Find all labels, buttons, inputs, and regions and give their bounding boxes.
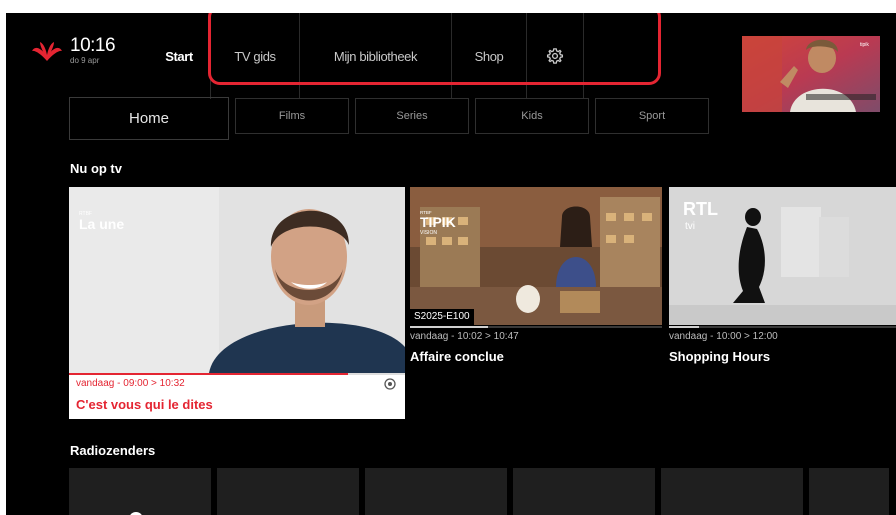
channel-logo: RTL: [683, 199, 718, 219]
replay-icon: [384, 378, 396, 390]
settings-button[interactable]: [527, 13, 583, 99]
radio-station-tile[interactable]: [217, 468, 359, 515]
radio-station-tile[interactable]: [661, 468, 803, 515]
live-preview-thumbnail[interactable]: tipik: [742, 36, 880, 112]
nav-shop[interactable]: Shop: [452, 13, 526, 99]
live-preview-image: tipik: [742, 36, 880, 112]
channel-sub: tvi: [685, 221, 695, 232]
section-title-nu-op-tv: Nu op tv: [70, 161, 122, 176]
tv-home-screen: 10:16 do 9 apr Start TV gids Mijn biblio…: [6, 13, 896, 515]
channel-sub: VISION: [420, 230, 437, 236]
clock-date: do 9 apr: [70, 56, 100, 65]
program-card-la-une[interactable]: RTBF La une vandaag - 09:00 > 10:32 C'es…: [69, 187, 405, 419]
radio-station-tile[interactable]: [513, 468, 655, 515]
gear-icon: [546, 48, 564, 64]
program-time: vandaag - 10:00 > 12:00: [669, 331, 778, 342]
section-title-radiozenders: Radiozenders: [70, 443, 156, 458]
nav-mijn-bibliotheek[interactable]: Mijn bibliotheek: [300, 13, 451, 99]
proximus-logo-icon: [32, 42, 62, 61]
radio-station-tile[interactable]: [69, 468, 211, 515]
tab-films[interactable]: Films: [235, 98, 349, 134]
tab-sport[interactable]: Sport: [595, 98, 709, 134]
nav-empty-slot: [584, 13, 654, 99]
progress-fill: [410, 326, 488, 328]
program-card-rtl-tvi[interactable]: RTL tvi: [669, 187, 896, 327]
program-title[interactable]: Shopping Hours: [669, 349, 770, 364]
radio-station-tile[interactable]: [809, 468, 889, 515]
episode-label: S2025-E100: [410, 309, 474, 325]
nav-tv-gids[interactable]: TV gids: [211, 13, 299, 99]
nav-start[interactable]: Start: [148, 13, 210, 99]
progress-fill: [669, 326, 699, 328]
clock: 10:16 do 9 apr: [70, 35, 116, 66]
channel-logo: La une: [79, 216, 124, 232]
tab-home[interactable]: Home: [69, 97, 229, 140]
progress-fill: [69, 373, 348, 375]
program-thumbnail: RTL tvi: [669, 187, 896, 325]
category-tabs: Home Films Series Kids Sport: [69, 97, 709, 140]
top-navigation: Start TV gids Mijn bibliotheek Shop: [148, 13, 654, 99]
program-thumbnail: RTBF TIPIK VISION: [410, 187, 662, 325]
svg-text:tipik: tipik: [860, 42, 869, 48]
program-time: vandaag - 09:00 > 10:32: [76, 378, 185, 389]
program-card-tipik[interactable]: RTBF TIPIK VISION S2025-E100: [410, 187, 662, 327]
tab-kids[interactable]: Kids: [475, 98, 589, 134]
program-title: C'est vous qui le dites: [76, 397, 213, 412]
clock-time: 10:16: [70, 35, 116, 56]
program-time: vandaag - 10:02 > 10:47: [410, 331, 519, 342]
tab-series[interactable]: Series: [355, 98, 469, 134]
progress-track: [669, 326, 896, 328]
radio-station-tile[interactable]: [365, 468, 507, 515]
channel-logo: TIPIK: [420, 214, 456, 230]
radio-station-row: [69, 468, 889, 515]
program-thumbnail: RTBF La une: [69, 187, 405, 373]
program-title[interactable]: Affaire conclue: [410, 349, 504, 364]
